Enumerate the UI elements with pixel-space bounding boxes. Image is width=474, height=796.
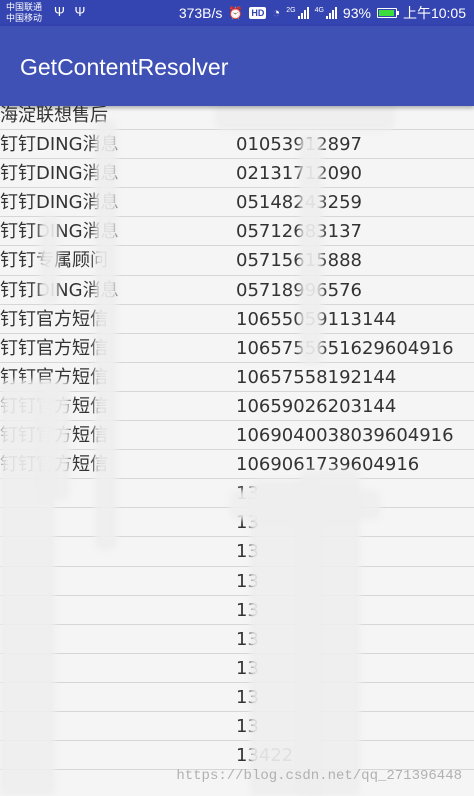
list-item[interactable]: 钉钉DING消息 01053912897 — [0, 130, 474, 160]
contact-number: 13 — [236, 570, 259, 592]
contact-number: 13 — [236, 686, 259, 708]
usb-icon: Ψ Ψ — [54, 4, 89, 19]
list-item[interactable]: 钉钉DING消息 05718996576 — [0, 275, 474, 305]
list-item[interactable]: 13 — [0, 479, 474, 509]
contact-number: 05715615888 — [236, 250, 362, 272]
hd-icon: HD — [249, 7, 267, 19]
signal-4g-tag: 4G — [314, 7, 324, 14]
contact-number: 13422 — [236, 745, 294, 767]
list-item[interactable]: 钉钉DING消息 05148243259 — [0, 188, 474, 218]
app-title: GetContentResolver — [20, 54, 229, 80]
list-item[interactable]: 13422 — [0, 741, 474, 771]
list-item[interactable]: 钉钉官方短信 1065755651629604916 — [0, 333, 474, 363]
contact-name: 钉钉DING消息 — [0, 134, 119, 156]
list-item[interactable]: 钉钉DING消息 05712683137 — [0, 217, 474, 247]
contact-name: 钉钉官方短信 — [0, 425, 108, 447]
alarm-icon: ⏰ — [228, 6, 244, 20]
list-item[interactable]: 钉钉专属顾问 05715615888 — [0, 246, 474, 276]
status-right-group: 373B/s ⏰ HD ◔ 2G 4G 93% 上午10:05 — [179, 4, 466, 22]
contact-number: 13 — [236, 599, 259, 621]
app-bar: GetContentResolver — [0, 26, 474, 106]
contact-name: 钉钉官方短信 — [0, 308, 108, 330]
contact-name: 钉钉专属顾问 — [0, 250, 108, 272]
contact-number: 13 — [236, 715, 259, 737]
contact-number: 05718996576 — [236, 279, 362, 301]
carrier-2-label: 中国移动 — [6, 13, 43, 23]
list-item[interactable]: 钉钉官方短信 10655059113144 — [0, 304, 474, 334]
signal-4g-icon: 4G — [315, 7, 337, 19]
list-item[interactable]: 钉钉官方短信 1069040038039604916 — [0, 421, 474, 451]
contact-name: 钉钉DING消息 — [0, 163, 119, 185]
contact-name: 钉钉DING消息 — [0, 279, 119, 301]
contact-list[interactable]: 海淀联想售后 钉钉DING消息 01053912897 钉钉DING消息 0213171… — [0, 101, 474, 771]
list-item[interactable]: 13 — [0, 711, 474, 742]
contact-name: 钉钉官方短信 — [0, 366, 108, 388]
list-item[interactable]: 13 — [0, 508, 474, 538]
battery-percent: 93% — [342, 5, 371, 21]
list-item[interactable]: 13 — [0, 566, 474, 596]
list-item[interactable]: 13 — [0, 682, 474, 712]
contact-name: 钉钉官方短信 — [0, 337, 108, 359]
contact-name: 钉钉DING消息 — [0, 221, 119, 243]
contact-name: 钉钉官方短信 — [0, 454, 108, 476]
carrier-names: 中国联通 中国移动 — [6, 2, 56, 24]
list-item[interactable]: 13 — [0, 653, 474, 683]
contact-number: 13 — [236, 541, 259, 563]
contact-number: 10657558192144 — [236, 366, 397, 388]
list-item[interactable]: 13 — [0, 624, 474, 654]
contact-number: 1069061739604916 — [236, 454, 420, 476]
battery-icon — [376, 8, 399, 18]
contact-number: 05712683137 — [236, 221, 362, 243]
contact-name: 钉钉官方短信 — [0, 395, 108, 417]
contact-number: 1069040038039604916 — [236, 425, 454, 447]
contact-number: 13 — [236, 483, 259, 505]
list-item[interactable]: 13 — [0, 537, 474, 567]
wifi-icon: ◔ — [272, 5, 281, 20]
contact-number: 10659026203144 — [236, 395, 397, 417]
contact-number: 1065755651629604916 — [236, 337, 454, 359]
contact-number: 13 — [236, 628, 259, 650]
clock-time: 上午10:05 — [402, 5, 466, 21]
contact-name: 钉钉DING消息 — [0, 192, 119, 214]
list-item[interactable]: 钉钉官方短信 10659026203144 — [0, 391, 474, 422]
contact-number: 01053912897 — [236, 134, 362, 156]
contact-number: 02131712090 — [236, 163, 362, 185]
list-item[interactable]: 钉钉官方短信 1069061739604916 — [0, 450, 474, 480]
contact-number: 13 — [236, 657, 259, 679]
contact-name: 海淀联想售后 — [0, 105, 108, 126]
status-bar: 中国联通 中国移动 Ψ Ψ 373B/s ⏰ HD ◔ 2G 4G 93% 上午… — [0, 0, 474, 26]
list-item[interactable]: 13 — [0, 595, 474, 625]
list-item[interactable]: 钉钉DING消息 02131712090 — [0, 159, 474, 189]
watermark: https://blog.csdn.net/qq_271396448 — [176, 768, 462, 784]
contact-number: 13 — [236, 512, 259, 534]
list-item[interactable]: 钉钉官方短信 10657558192144 — [0, 362, 474, 392]
contact-number: 05148243259 — [236, 192, 362, 214]
signal-2g-icon: 2G — [286, 7, 309, 19]
signal-2g-tag: 2G — [286, 7, 296, 14]
contact-number: 10655059113144 — [236, 308, 397, 330]
carrier-1-label: 中国联通 — [6, 2, 43, 12]
network-speed: 373B/s — [178, 5, 223, 21]
